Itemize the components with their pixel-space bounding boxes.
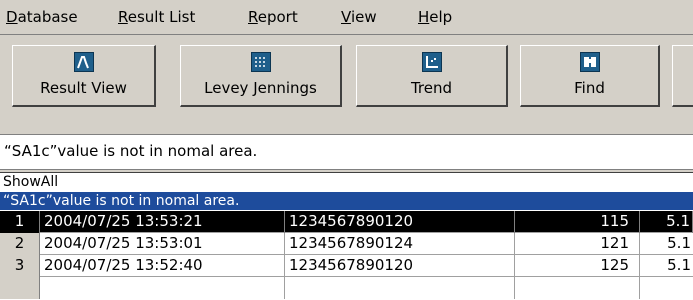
row-number: 3: [0, 255, 40, 277]
cell-datetime: 2004/07/25 13:53:21: [40, 211, 285, 233]
levey-jennings-button[interactable]: Levey Jennings: [180, 45, 342, 107]
cell-id: [285, 277, 515, 299]
result-view-icon: [73, 52, 94, 72]
trend-icon: [421, 52, 442, 72]
table-row[interactable]: 1 2004/07/25 13:53:21 1234567890120 115 …: [0, 211, 693, 233]
menu-bar: Database Result List Report View Help: [0, 0, 693, 35]
cell-value2: 5.1: [640, 211, 693, 233]
menu-result-list[interactable]: Result List: [118, 8, 195, 26]
cell-datetime: 2004/07/25 13:53:01: [40, 233, 285, 255]
cell-value2: 5.1: [667, 256, 691, 274]
levey-jennings-icon: [250, 52, 271, 72]
row-number: 1: [0, 211, 40, 233]
results-grid: 1 2004/07/25 13:53:21 1234567890120 115 …: [0, 211, 693, 300]
message-field: “SA1c”value is not in nomal area.: [0, 134, 693, 170]
row-number: [0, 277, 40, 299]
message-text: “SA1c”value is not in nomal area.: [4, 142, 258, 160]
cell-id: 1234567890120: [285, 255, 515, 277]
toolbar-overflow-button[interactable]: [672, 45, 693, 107]
cell-value1: 125: [515, 255, 640, 277]
cell-value2: [640, 277, 693, 299]
table-row[interactable]: 3 2004/07/25 13:52:40 1234567890120 125 …: [0, 255, 693, 277]
cell-datetime: 2004/07/25 13:52:40: [40, 255, 285, 277]
find-icon: [579, 52, 600, 72]
table-row[interactable]: 2 2004/07/25 13:53:01 1234567890124 121 …: [0, 233, 693, 255]
menu-view[interactable]: View: [341, 8, 377, 26]
cell-id: 1234567890120: [285, 211, 515, 233]
toolbar: Result View Levey Jennings Trend Find: [0, 35, 693, 117]
filter-item-showall[interactable]: ShowAll: [0, 173, 693, 191]
filter-list[interactable]: ShowAll “SA1c”value is not in nomal area…: [0, 172, 693, 211]
cell-value1: 121: [515, 233, 640, 255]
find-button[interactable]: Find: [520, 45, 660, 107]
table-row-partial: [0, 277, 693, 299]
menu-database[interactable]: Database: [6, 8, 78, 26]
cell-value1: 115: [515, 211, 640, 233]
cell-datetime: [40, 277, 285, 299]
cell-value2: 5.1: [667, 234, 691, 252]
result-view-button[interactable]: Result View: [12, 45, 156, 107]
cell-value1: [515, 277, 640, 299]
menu-help[interactable]: Help: [418, 8, 452, 26]
menu-report[interactable]: Report: [248, 8, 298, 26]
trend-button[interactable]: Trend: [356, 45, 508, 107]
filter-item-sa1c[interactable]: “SA1c”value is not in nomal area.: [0, 192, 693, 210]
cell-id: 1234567890124: [285, 233, 515, 255]
row-number: 2: [0, 233, 40, 255]
